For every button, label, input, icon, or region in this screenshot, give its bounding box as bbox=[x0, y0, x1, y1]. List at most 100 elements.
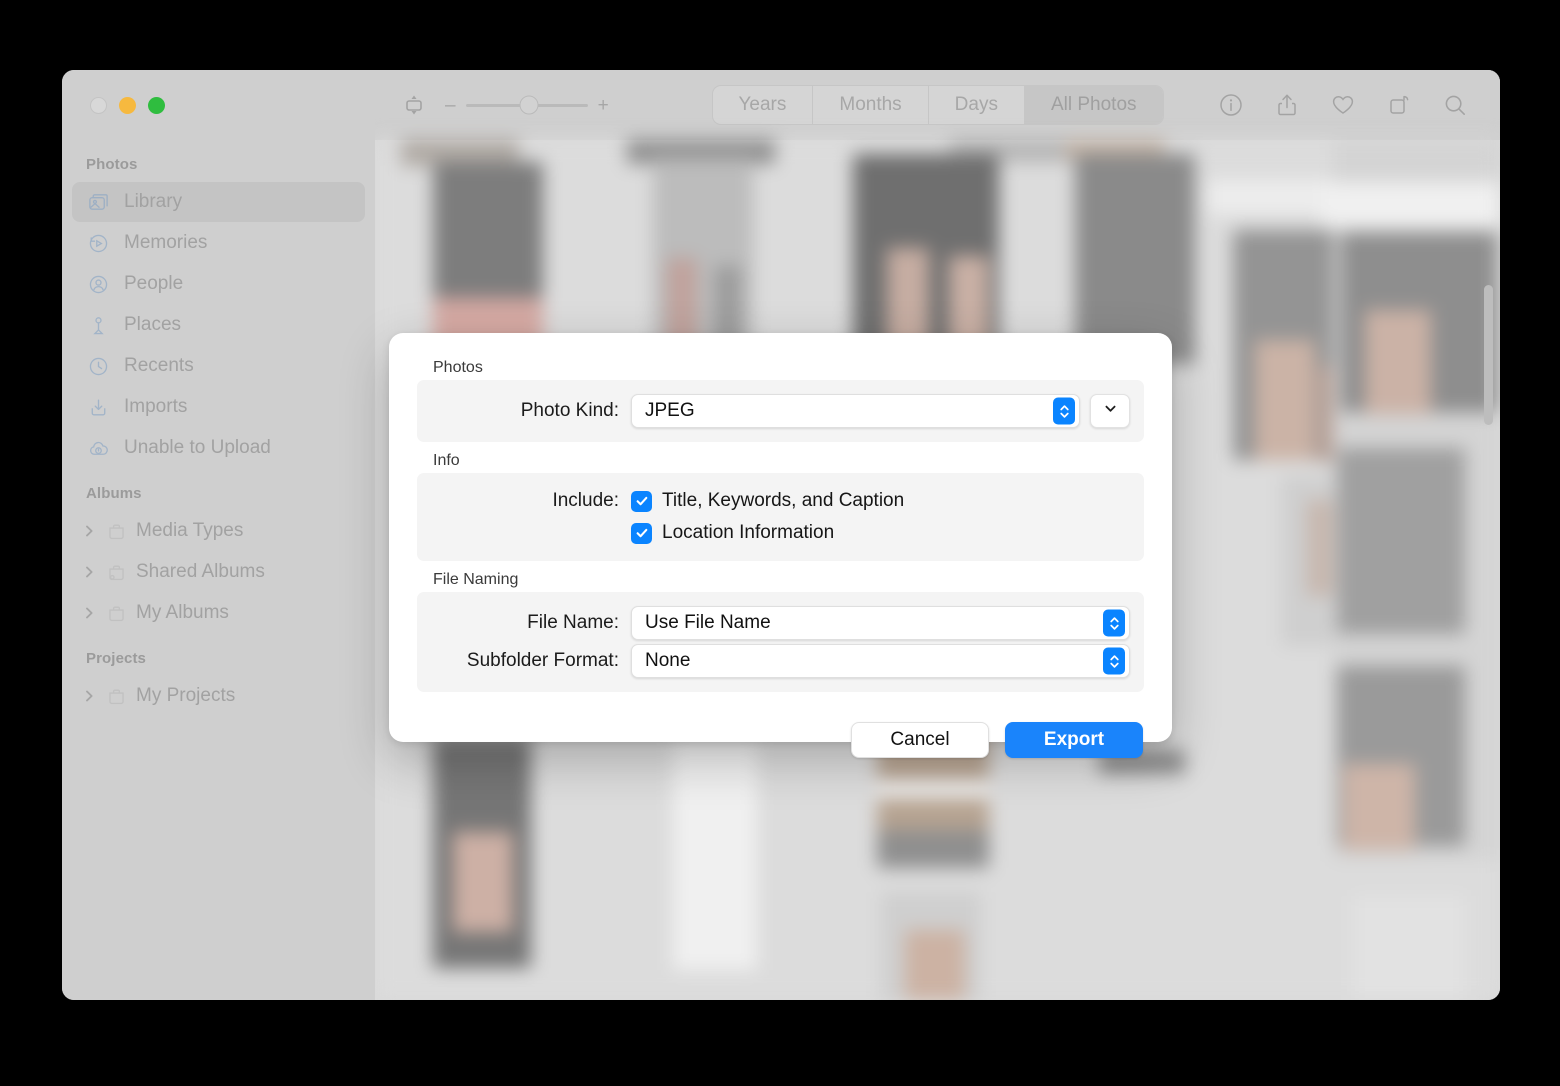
checkbox-label[interactable]: Title, Keywords, and Caption bbox=[662, 490, 904, 512]
imports-icon bbox=[86, 395, 110, 419]
rotate-icon[interactable] bbox=[1384, 90, 1414, 120]
view-mode-segmented-control[interactable]: Years Months Days All Photos bbox=[711, 85, 1164, 125]
favorite-heart-icon[interactable] bbox=[1328, 90, 1358, 120]
select-stepper-arrows-icon[interactable] bbox=[1053, 397, 1075, 425]
close-window-button[interactable] bbox=[90, 96, 107, 114]
sidebar-item-my-projects[interactable]: My Projects bbox=[72, 676, 365, 716]
chevron-right-icon[interactable] bbox=[82, 565, 96, 579]
chevron-right-icon[interactable] bbox=[82, 606, 96, 620]
zoom-slider[interactable]: – + bbox=[445, 95, 609, 115]
sidebar-item-library[interactable]: Library bbox=[72, 182, 365, 222]
checkbox-location-information[interactable] bbox=[631, 522, 652, 544]
select-value: None bbox=[645, 650, 691, 671]
sidebar-item-places[interactable]: Places bbox=[72, 305, 365, 345]
photo-kind-select[interactable]: JPEG bbox=[631, 394, 1080, 428]
select-stepper-arrows-icon[interactable] bbox=[1103, 609, 1125, 637]
sidebar-item-label: Imports bbox=[124, 396, 188, 417]
photos-library-icon bbox=[86, 190, 110, 214]
places-pin-icon bbox=[86, 313, 110, 337]
tab-months[interactable]: Months bbox=[813, 86, 929, 124]
group-title: File Naming bbox=[433, 571, 519, 588]
window-traffic-lights bbox=[62, 70, 375, 140]
toolbar: – + Years Months Days All Photos bbox=[375, 70, 1500, 140]
tab-days[interactable]: Days bbox=[929, 86, 1025, 124]
form-row: Subfolder Format: None bbox=[431, 642, 1130, 680]
tab-all-photos[interactable]: All Photos bbox=[1024, 86, 1163, 124]
form-row: File Name: Use File Name bbox=[431, 604, 1130, 642]
search-icon[interactable] bbox=[1440, 90, 1470, 120]
select-stepper-arrows-icon[interactable] bbox=[1103, 647, 1125, 675]
memories-icon bbox=[86, 231, 110, 255]
options-disclosure-button[interactable] bbox=[1090, 394, 1130, 428]
sidebar-item-label: Shared Albums bbox=[136, 561, 265, 582]
sidebar-item-media-types[interactable]: Media Types bbox=[72, 511, 365, 551]
form-row: Photo Kind: JPEG bbox=[431, 392, 1130, 430]
chevron-down-icon bbox=[1103, 401, 1118, 421]
sidebar-item-label: Media Types bbox=[136, 520, 244, 541]
sidebar-item-label: My Albums bbox=[136, 602, 229, 623]
sidebar-sections: Photos Library Memories People Places Recents… bbox=[62, 140, 375, 716]
aspect-ratio-icon[interactable] bbox=[399, 90, 429, 120]
dialog-action-buttons: Cancel Export bbox=[417, 722, 1144, 758]
sidebar-item-unable-to-upload[interactable]: Unable to Upload bbox=[72, 428, 365, 468]
zoom-in-label[interactable]: + bbox=[598, 96, 609, 115]
zoom-out-label[interactable]: – bbox=[445, 96, 456, 115]
checkbox-row: Include: Title, Keywords, and Caption bbox=[431, 485, 1130, 517]
share-icon[interactable] bbox=[1272, 90, 1302, 120]
select-value: Use File Name bbox=[645, 612, 771, 633]
toolbar-left-group: – + bbox=[399, 90, 609, 120]
maximize-window-button[interactable] bbox=[148, 96, 165, 114]
sidebar-item-label: Memories bbox=[124, 232, 208, 253]
checkbox-label[interactable]: Location Information bbox=[662, 522, 834, 544]
sidebar-item-label: My Projects bbox=[136, 685, 236, 706]
sidebar-item-recents[interactable]: Recents bbox=[72, 346, 365, 386]
field-label: File Name: bbox=[527, 612, 619, 633]
export-dialog: Photos Photo Kind: JPEG Info Include: Title, … bbox=[389, 333, 1172, 758]
field-label: Include: bbox=[552, 490, 619, 511]
sidebar-item-label: Recents bbox=[124, 355, 194, 376]
minimize-window-button[interactable] bbox=[119, 96, 136, 114]
sidebar-item-label: People bbox=[124, 273, 184, 294]
album-folder-icon bbox=[104, 601, 128, 625]
sidebar-section-title: Albums bbox=[86, 485, 142, 502]
recents-clock-icon bbox=[86, 354, 110, 378]
sidebar-section-title: Projects bbox=[86, 650, 146, 667]
sidebar-item-shared-albums[interactable]: Shared Albums bbox=[72, 552, 365, 592]
group-box: File Name: Use File Name Subfolder Format:… bbox=[417, 592, 1144, 692]
info-icon[interactable] bbox=[1216, 90, 1246, 120]
sidebar-item-my-albums[interactable]: My Albums bbox=[72, 593, 365, 633]
tab-years[interactable]: Years bbox=[712, 86, 814, 124]
dialog-groups: Photos Photo Kind: JPEG Info Include: Title, … bbox=[417, 359, 1144, 692]
chevron-right-icon[interactable] bbox=[82, 524, 96, 538]
group-title: Photos bbox=[433, 359, 483, 376]
cloud-warning-icon bbox=[86, 436, 110, 460]
subfolder-format-select[interactable]: None bbox=[631, 644, 1130, 678]
sidebar: Photos Library Memories People Places Recents… bbox=[62, 70, 375, 1000]
checkbox-row: Location Information bbox=[431, 517, 1130, 549]
sidebar-item-memories[interactable]: Memories bbox=[72, 223, 365, 263]
cancel-button[interactable]: Cancel bbox=[851, 722, 989, 758]
sidebar-item-label: Library bbox=[124, 191, 183, 212]
shared-album-folder-icon bbox=[104, 560, 128, 584]
sidebar-item-imports[interactable]: Imports bbox=[72, 387, 365, 427]
sidebar-section-title: Photos bbox=[86, 156, 138, 173]
group-box: Photo Kind: JPEG bbox=[417, 380, 1144, 442]
checkbox-title-keywords-and-caption[interactable] bbox=[631, 490, 652, 512]
group-title: Info bbox=[433, 452, 460, 469]
album-folder-icon bbox=[104, 684, 128, 708]
group-box: Include: Title, Keywords, and Caption Loca… bbox=[417, 473, 1144, 561]
sidebar-item-label: Unable to Upload bbox=[124, 437, 271, 458]
zoom-slider-knob[interactable] bbox=[519, 95, 539, 115]
sidebar-item-people[interactable]: People bbox=[72, 264, 365, 304]
file-name-select[interactable]: Use File Name bbox=[631, 606, 1130, 640]
select-value: JPEG bbox=[645, 400, 695, 421]
zoom-slider-track[interactable] bbox=[465, 95, 588, 115]
field-label: Photo Kind: bbox=[520, 400, 619, 421]
sidebar-item-label: Places bbox=[124, 314, 182, 335]
content-scrollbar-track[interactable] bbox=[1484, 150, 1494, 982]
chevron-right-icon[interactable] bbox=[82, 689, 96, 703]
people-icon bbox=[86, 272, 110, 296]
export-button[interactable]: Export bbox=[1005, 722, 1143, 758]
field-label: Subfolder Format: bbox=[466, 650, 619, 671]
content-scrollbar-thumb[interactable] bbox=[1484, 285, 1493, 425]
